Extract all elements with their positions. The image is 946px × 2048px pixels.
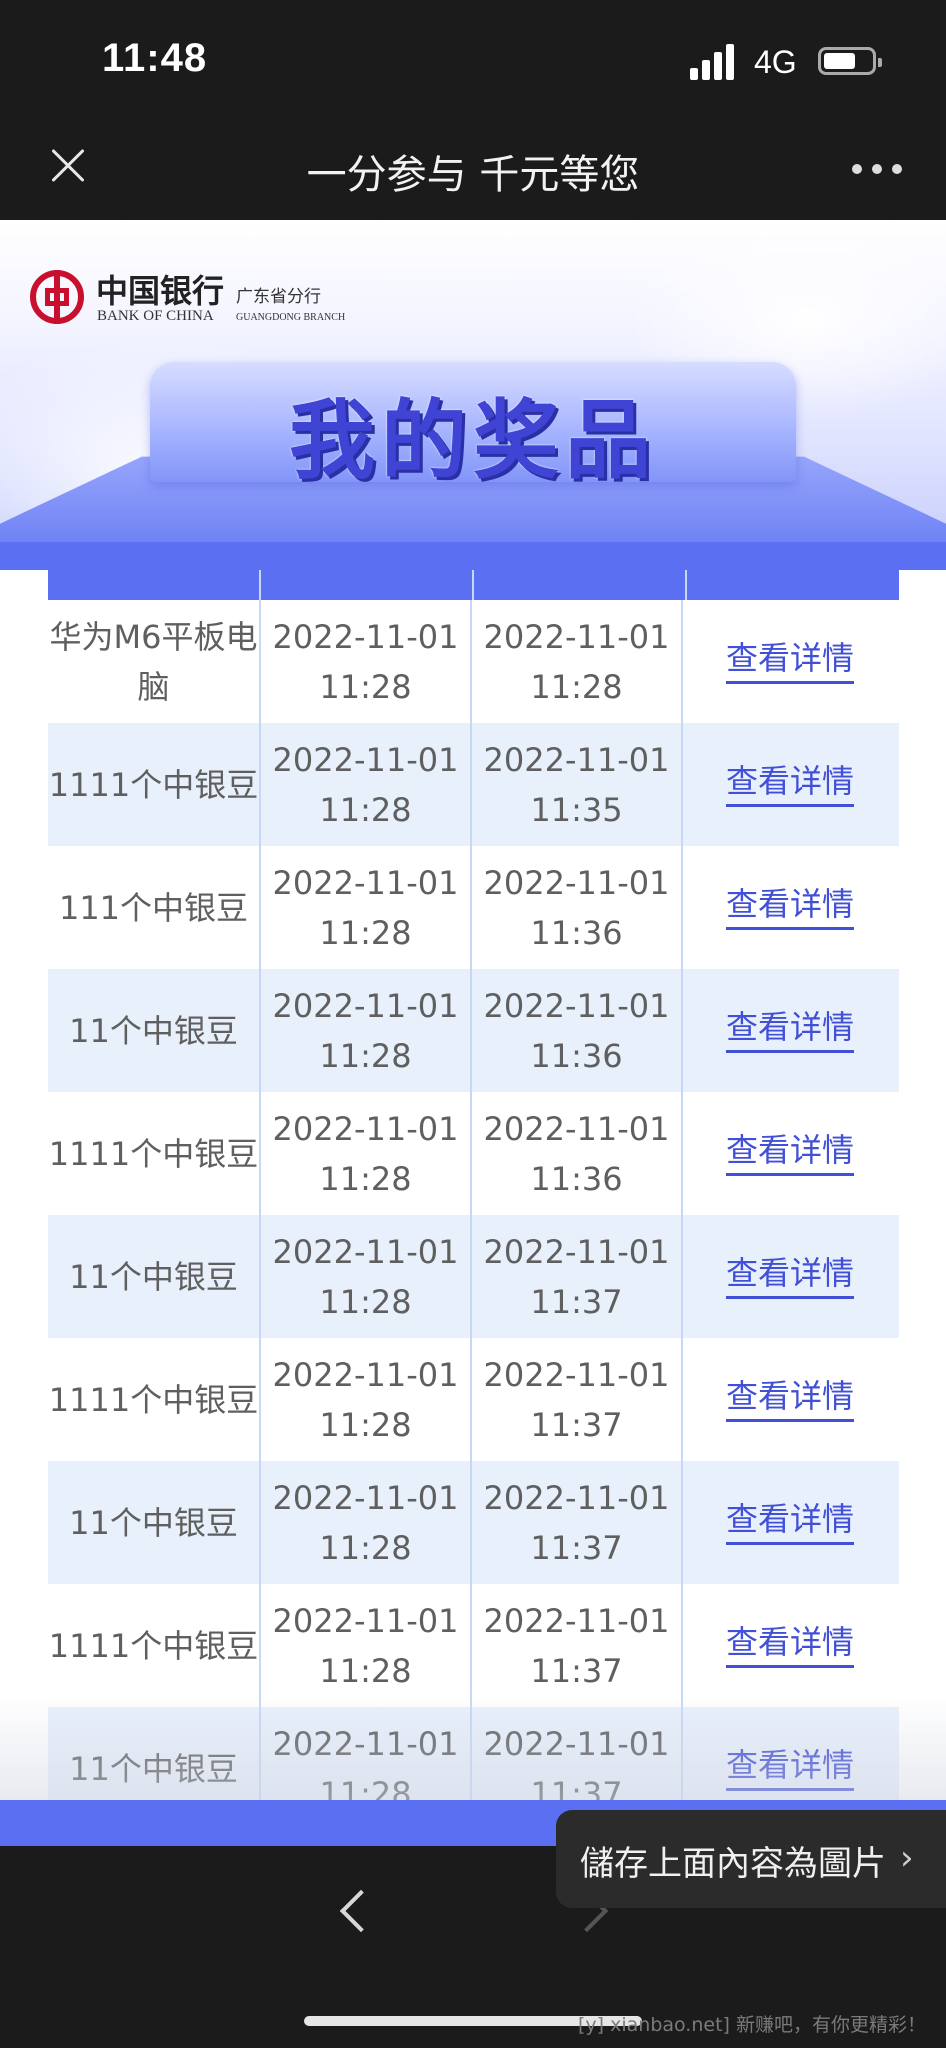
claim-time: 2022-11-01 11:37 (472, 1338, 683, 1461)
save-as-image-button[interactable]: 儲存上面內容為圖片 › (556, 1810, 946, 1908)
table-row: 1111个中银豆 2022-11-01 11:28 2022-11-01 11:37… (48, 1584, 899, 1707)
banner-title: 我的奖品 (289, 391, 657, 491)
table-row: 11个中银豆 2022-11-01 11:28 2022-11-01 11:37 查… (48, 1461, 899, 1584)
claim-time: 2022-11-01 11:35 (472, 723, 683, 846)
more-options-icon[interactable] (852, 162, 902, 176)
claim-time: 2022-11-01 11:37 (472, 1707, 683, 1800)
claim-time: 2022-11-01 11:36 (472, 846, 683, 969)
prize-table: 华为M6平板电脑 2022-11-01 11:28 2022-11-01 11:28… (48, 600, 899, 1800)
draw-time: 2022-11-01 11:28 (261, 1461, 472, 1584)
claim-time: 2022-11-01 11:37 (472, 1461, 683, 1584)
claim-time: 2022-11-01 11:36 (472, 1092, 683, 1215)
view-details-link[interactable]: 查看详情 (725, 1623, 854, 1668)
nav-bar: 一分参与 千元等您 (0, 120, 946, 220)
watermark: [y] xianbao.net] 新赚吧，有你更精彩！ (578, 2014, 926, 2036)
draw-time: 2022-11-01 11:28 (261, 969, 472, 1092)
view-details-cell: 查看详情 (683, 1215, 897, 1338)
draw-time: 2022-11-01 11:28 (261, 1707, 472, 1800)
view-details-link[interactable]: 查看详情 (725, 1746, 854, 1791)
prize-table-section: 华为M6平板电脑 2022-11-01 11:28 2022-11-01 11:28… (0, 542, 946, 1800)
table-row: 11个中银豆 2022-11-01 11:28 2022-11-01 11:37 查… (48, 1215, 899, 1338)
claim-time: 2022-11-01 11:37 (472, 1215, 683, 1338)
claim-time: 2022-11-01 11:28 (472, 600, 683, 723)
signal-icon (690, 44, 738, 80)
draw-time: 2022-11-01 11:28 (261, 1338, 472, 1461)
draw-time: 2022-11-01 11:28 (261, 1092, 472, 1215)
table-row: 华为M6平板电脑 2022-11-01 11:28 2022-11-01 11:28… (48, 600, 899, 723)
view-details-link[interactable]: 查看详情 (725, 1254, 854, 1299)
view-details-link[interactable]: 查看详情 (725, 885, 854, 930)
view-details-link[interactable]: 查看详情 (725, 1008, 854, 1053)
draw-time: 2022-11-01 11:28 (261, 723, 472, 846)
view-details-cell: 查看详情 (683, 1707, 897, 1800)
table-header (48, 570, 899, 600)
draw-time: 2022-11-01 11:28 (261, 846, 472, 969)
draw-time: 2022-11-01 11:28 (261, 600, 472, 723)
back-arrow-icon[interactable] (336, 1886, 368, 1936)
view-details-cell: 查看详情 (683, 723, 897, 846)
draw-time: 2022-11-01 11:28 (261, 1215, 472, 1338)
banner: 中国银行 广东省分行 BANK OF CHINA GUANGDONG BRANC… (0, 220, 946, 542)
prize-name: 11个中银豆 (48, 1215, 261, 1338)
prize-name: 1111个中银豆 (48, 1092, 261, 1215)
view-details-link[interactable]: 查看详情 (725, 639, 854, 684)
prize-name: 1111个中银豆 (48, 1584, 261, 1707)
prize-name: 11个中银豆 (48, 969, 261, 1092)
view-details-cell: 查看详情 (683, 1461, 897, 1584)
prize-name: 11个中银豆 (48, 1707, 261, 1800)
table-row: 11个中银豆 2022-11-01 11:28 2022-11-01 11:37 查… (48, 1707, 899, 1800)
bank-of-china-logo-icon (30, 270, 84, 324)
claim-time: 2022-11-01 11:36 (472, 969, 683, 1092)
draw-time: 2022-11-01 11:28 (261, 1584, 472, 1707)
battery-icon (818, 47, 882, 75)
view-details-cell: 查看详情 (683, 846, 897, 969)
table-row: 111个中银豆 2022-11-01 11:28 2022-11-01 11:36 … (48, 846, 899, 969)
prize-name: 111个中银豆 (48, 846, 261, 969)
page-title: 一分参与 千元等您 (306, 152, 640, 198)
save-as-image-label: 儲存上面內容為圖片 (580, 1844, 886, 1884)
network-type: 4G (754, 44, 797, 80)
table-row: 11个中银豆 2022-11-01 11:28 2022-11-01 11:36 查… (48, 969, 899, 1092)
view-details-link[interactable]: 查看详情 (725, 1131, 854, 1176)
prize-name: 1111个中银豆 (48, 723, 261, 846)
claim-time: 2022-11-01 11:37 (472, 1584, 683, 1707)
table-row: 1111个中银豆 2022-11-01 11:28 2022-11-01 11:35… (48, 723, 899, 846)
view-details-link[interactable]: 查看详情 (725, 1500, 854, 1545)
view-details-cell: 查看详情 (683, 1092, 897, 1215)
table-row: 1111个中银豆 2022-11-01 11:28 2022-11-01 11:37… (48, 1338, 899, 1461)
bank-branch-cn: 广东省分行 (236, 287, 321, 307)
view-details-cell: 查看详情 (683, 1338, 897, 1461)
bank-name-cn: 中国银行 (96, 272, 225, 310)
prize-name: 华为M6平板电脑 (48, 600, 261, 723)
view-details-cell: 查看详情 (683, 969, 897, 1092)
view-details-cell: 查看详情 (683, 1584, 897, 1707)
view-details-link[interactable]: 查看详情 (725, 762, 854, 807)
status-time: 11:48 (102, 36, 208, 80)
prize-name: 11个中银豆 (48, 1461, 261, 1584)
view-details-cell: 查看详情 (683, 600, 897, 723)
prize-name: 1111个中银豆 (48, 1338, 261, 1461)
table-top-band (0, 542, 946, 570)
bank-branch-en: GUANGDONG BRANCH (236, 312, 346, 323)
table-row: 1111个中银豆 2022-11-01 11:28 2022-11-01 11:36… (48, 1092, 899, 1215)
view-details-link[interactable]: 查看详情 (725, 1377, 854, 1422)
bank-name-en: BANK OF CHINA (97, 308, 214, 324)
status-bar: 11:48 4G (0, 0, 946, 120)
chevron-right-icon: › (900, 1838, 914, 1878)
